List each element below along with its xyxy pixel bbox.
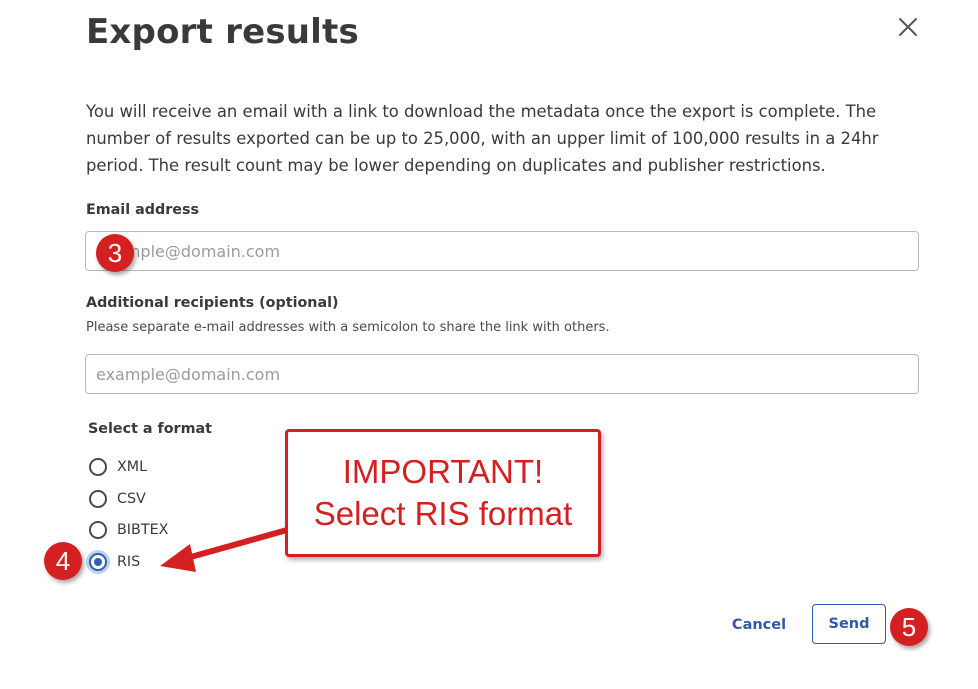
important-callout: IMPORTANT! Select RIS format — [285, 429, 601, 557]
format-option-xml[interactable]: XML — [89, 455, 147, 479]
recipients-label: Additional recipients (optional) — [86, 295, 339, 311]
radio-xml[interactable] — [89, 458, 107, 476]
send-button[interactable]: Send — [812, 604, 886, 644]
close-icon — [899, 18, 917, 36]
format-option-csv[interactable]: CSV — [89, 487, 146, 511]
dialog-title: Export results — [86, 12, 359, 52]
format-option-label: RIS — [117, 554, 141, 570]
callout-line-1: IMPORTANT! — [342, 453, 544, 490]
format-option-ris[interactable]: RIS — [89, 550, 140, 574]
recipients-input[interactable] — [85, 354, 919, 394]
step-badge-5: 5 — [890, 608, 928, 646]
recipients-hint: Please separate e-mail addresses with a … — [86, 320, 610, 335]
callout-line-2: Select RIS format — [313, 495, 573, 532]
email-label: Email address — [86, 202, 199, 218]
step-badge-4: 4 — [44, 542, 82, 580]
radio-csv[interactable] — [89, 490, 107, 508]
format-option-label: CSV — [117, 491, 146, 507]
format-option-label: XML — [117, 459, 148, 475]
dialog-description: You will receive an email with a link to… — [86, 102, 879, 175]
step-badge-3: 3 — [96, 234, 134, 272]
close-button[interactable] — [895, 14, 921, 40]
format-option-label: BIBTEX — [117, 522, 169, 538]
format-option-bibtex[interactable]: BIBTEX — [89, 518, 168, 542]
radio-bibtex[interactable] — [89, 521, 107, 539]
email-input[interactable] — [85, 231, 919, 271]
radio-ris[interactable] — [89, 553, 107, 571]
export-results-dialog: Export results You will receive an email… — [0, 0, 978, 689]
format-label: Select a format — [88, 421, 212, 437]
cancel-button[interactable]: Cancel — [722, 609, 796, 641]
